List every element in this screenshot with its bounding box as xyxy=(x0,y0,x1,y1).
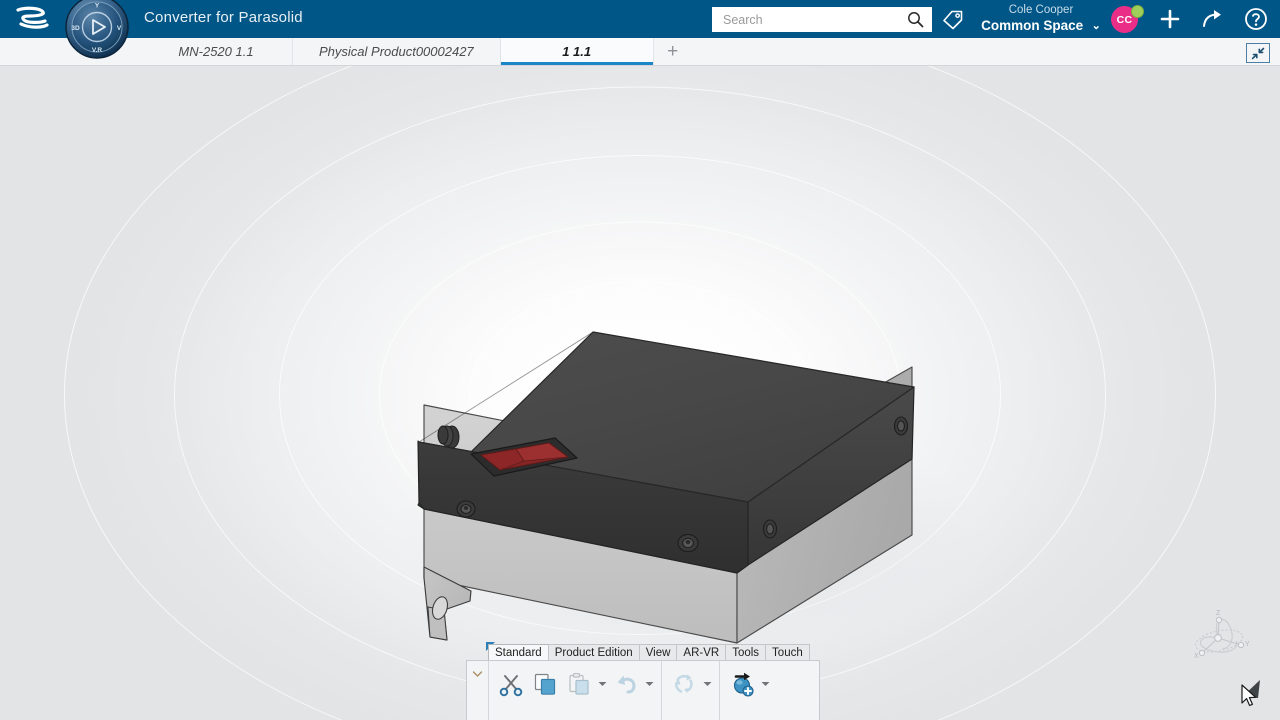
copy-button[interactable] xyxy=(528,667,562,701)
paste-button[interactable] xyxy=(562,667,596,701)
compass-label-left: 3D xyxy=(71,25,80,32)
paste-dropdown-arrow[interactable] xyxy=(596,667,609,701)
undo-dropdown-arrow[interactable] xyxy=(643,667,656,701)
chevron-down-icon xyxy=(598,682,607,686)
toolbar-tab-tools[interactable]: Tools xyxy=(725,644,767,661)
application-window: Y 3D V V.R Converter for Parasolid Searc… xyxy=(0,0,1280,720)
app-title: Converter for Parasolid xyxy=(144,9,303,26)
insert-group xyxy=(720,661,777,720)
screw xyxy=(893,416,909,436)
bottom-action-toolbar: Standard Product Edition View AR-VR Tool… xyxy=(466,642,820,720)
screw xyxy=(762,519,778,539)
compass-widget[interactable]: Y 3D V V.R xyxy=(62,0,132,62)
tab-mn-2520[interactable]: MN-2520 1.1 xyxy=(140,38,293,65)
user-name: Cole Cooper xyxy=(1008,4,1074,16)
toolbar-body xyxy=(466,660,820,720)
avatar-status-dot xyxy=(1131,5,1144,18)
update-button[interactable] xyxy=(667,667,701,701)
chevron-down-icon xyxy=(703,682,712,686)
3ds-logo[interactable] xyxy=(12,4,56,34)
compass-label-bottom: V.R xyxy=(92,47,103,54)
navigation-axis-triad[interactable]: Z Y X xyxy=(1178,601,1264,673)
clipboard-group xyxy=(489,661,662,720)
tab-physical-product[interactable]: Physical Product00002427 xyxy=(293,38,501,65)
search-input[interactable] xyxy=(721,8,900,31)
top-header-bar: Y 3D V V.R Converter for Parasolid Searc… xyxy=(0,0,1280,59)
screw xyxy=(677,533,699,553)
insert-dropdown-arrow[interactable] xyxy=(759,667,772,701)
cad-model[interactable] xyxy=(0,65,1280,720)
share-button[interactable] xyxy=(1199,5,1227,33)
add-button[interactable] xyxy=(1156,5,1184,33)
mouse-pointer xyxy=(1241,684,1259,710)
update-group xyxy=(662,661,720,720)
chevron-down-icon xyxy=(472,671,483,677)
compass-label-right: V xyxy=(117,25,122,32)
restore-window-button[interactable] xyxy=(1246,43,1270,63)
insert-sphere-plus-icon xyxy=(733,672,754,697)
copy-pages-icon xyxy=(534,673,556,695)
axis-label-y: Y xyxy=(1245,641,1250,648)
toolbar-collapse-handle[interactable] xyxy=(467,661,489,720)
tag-icon[interactable] xyxy=(941,8,965,31)
scissors-icon xyxy=(499,675,523,697)
toolbar-tab-view[interactable]: View xyxy=(638,644,678,661)
help-button[interactable] xyxy=(1242,5,1270,33)
axis-label-z: Z xyxy=(1216,610,1221,617)
toolbar-tab-standard[interactable]: Standard xyxy=(488,644,549,661)
chevron-down-icon xyxy=(645,682,654,686)
axis-label-x: X xyxy=(1194,653,1199,660)
screw xyxy=(456,500,476,518)
toolbar-tab-list: Standard Product Edition View AR-VR Tool… xyxy=(488,644,810,661)
undo-arrow-icon xyxy=(617,675,636,694)
chevron-down-icon[interactable]: ⌄ xyxy=(1092,19,1101,32)
refresh-cycle-icon xyxy=(675,674,693,693)
toolbar-tab-ar-vr[interactable]: AR-VR xyxy=(676,644,727,661)
compass-label-top: Y xyxy=(95,3,100,10)
search-icon[interactable] xyxy=(907,11,924,28)
cut-button[interactable] xyxy=(494,667,528,701)
tab-list: MN-2520 1.1 Physical Product00002427 1 1… xyxy=(140,38,692,65)
user-space-selector[interactable]: Cole Cooper Common Space ⌄ xyxy=(975,2,1107,37)
search-box[interactable] xyxy=(712,7,932,32)
clipboard-paste-icon xyxy=(569,672,589,695)
toolbar-tab-product-edition[interactable]: Product Edition xyxy=(547,644,640,661)
update-dropdown-arrow[interactable] xyxy=(701,667,714,701)
add-tab-button[interactable]: + xyxy=(654,38,692,65)
3d-viewport[interactable]: Z Y X xyxy=(0,65,1280,720)
document-tab-bar: MN-2520 1.1 Physical Product00002427 1 1… xyxy=(0,38,1280,66)
chevron-down-icon xyxy=(761,682,770,686)
user-space-label: Common Space xyxy=(981,18,1084,33)
undo-button[interactable] xyxy=(609,667,643,701)
toolbar-tab-touch[interactable]: Touch xyxy=(765,644,810,661)
tab-active-document[interactable]: 1 1.1 xyxy=(500,38,654,65)
insert-component-button[interactable] xyxy=(725,667,759,701)
